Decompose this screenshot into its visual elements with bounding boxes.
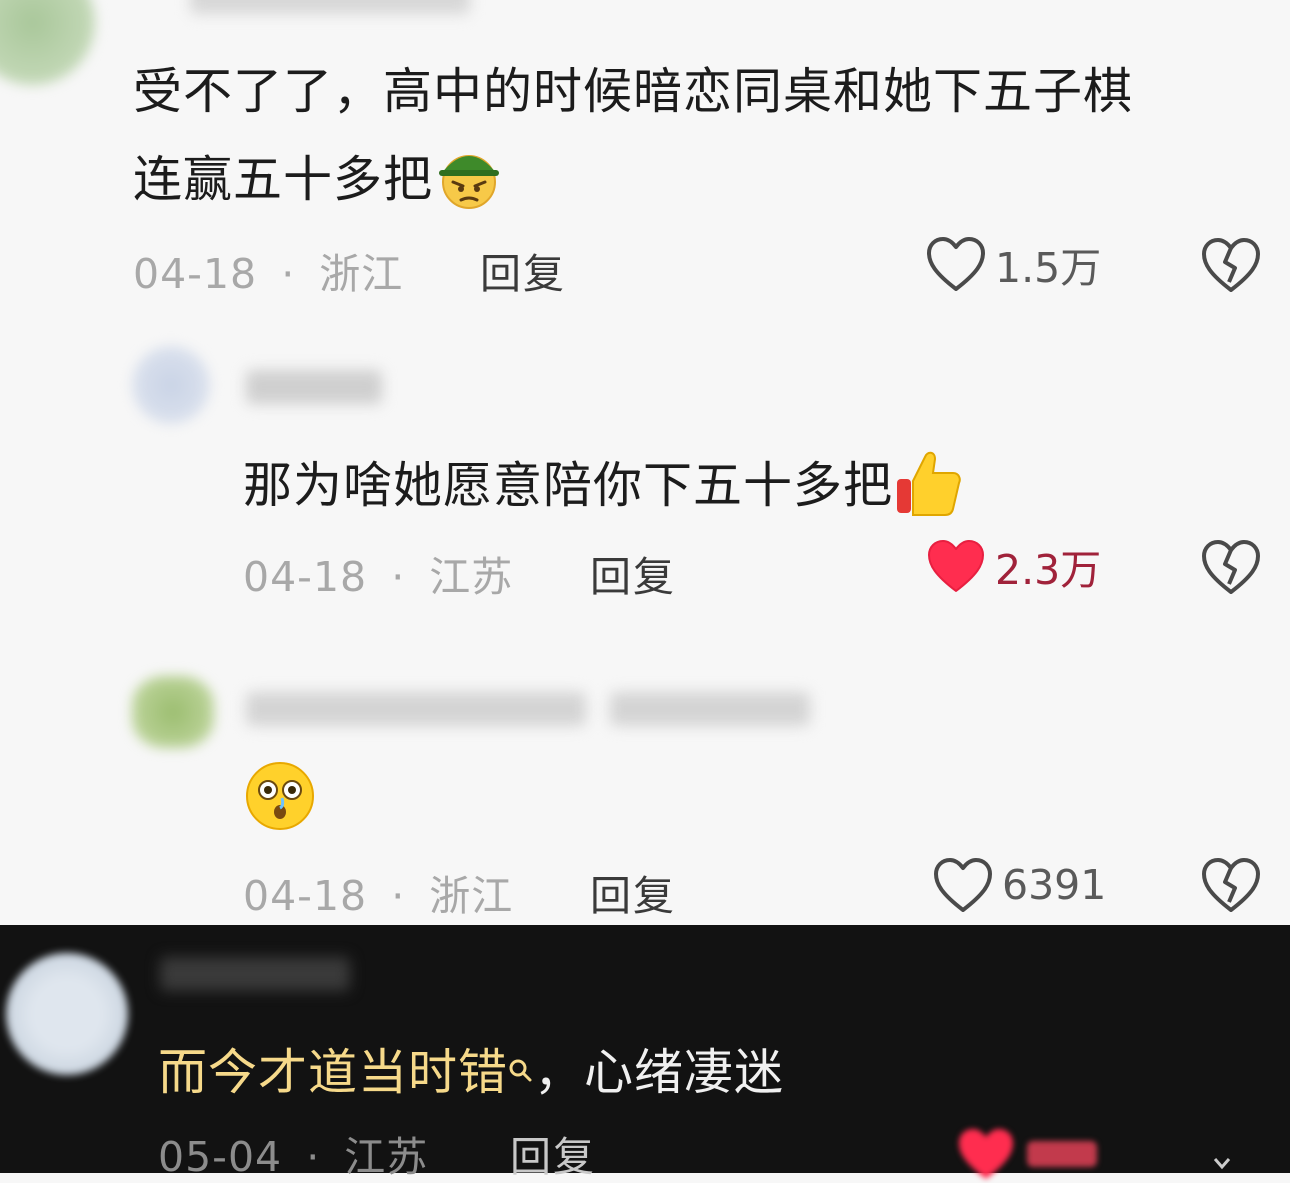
like-button[interactable]: 1.5万 xyxy=(925,234,1101,294)
reply-button[interactable]: 回复 xyxy=(510,1123,596,1183)
comment-text: 那为啥她愿意陪你下五十多把 xyxy=(243,446,965,531)
heart-outline-icon xyxy=(932,856,994,914)
comment-date: 04-18 xyxy=(243,553,368,601)
broken-heart-icon xyxy=(1200,540,1262,600)
comment-location: 江苏 xyxy=(429,553,514,601)
reply-button[interactable]: 回复 xyxy=(590,543,676,603)
like-button[interactable]: 6391 xyxy=(932,856,1106,914)
avatar[interactable] xyxy=(6,953,128,1075)
username-blurred[interactable] xyxy=(160,957,350,991)
comment-text-line2: 连赢五十多把 xyxy=(133,151,434,208)
chevron-down-icon[interactable] xyxy=(1212,1153,1232,1177)
comment-date: 05-04 xyxy=(158,1133,283,1181)
like-count: 2.3万 xyxy=(995,546,1102,594)
thumbs-up-emoji xyxy=(893,447,965,531)
angry-cap-face-emoji xyxy=(433,144,505,222)
reply-button[interactable]: 回复 xyxy=(590,862,676,922)
comment-meta: 04-18 · 浙江 xyxy=(133,240,403,300)
comment-text: 连赢五十多把 xyxy=(133,140,505,222)
comment-meta: 05-04 · 江苏 xyxy=(158,1123,428,1183)
like-button[interactable]: 2.3万 xyxy=(925,536,1101,596)
comment-text-rest: ，心绪凄迷 xyxy=(534,1044,785,1101)
comment-date: 04-18 xyxy=(243,872,368,920)
dislike-button[interactable] xyxy=(1200,538,1262,600)
comment-text-highlight[interactable]: 而今才道当时错 xyxy=(158,1044,508,1101)
dislike-button[interactable] xyxy=(1200,236,1262,298)
comment-text-line1: 那为啥她愿意陪你下五十多把 xyxy=(243,457,894,514)
surprised-face-emoji xyxy=(242,760,318,836)
heart-filled-icon xyxy=(925,537,987,595)
username-blurred xyxy=(610,692,810,726)
like-button[interactable] xyxy=(955,1125,1097,1183)
comment-text: 受不了了，高中的时候暗恋同桌和她下五子棋 xyxy=(133,52,1133,123)
avatar[interactable] xyxy=(0,0,95,85)
heart-outline-icon xyxy=(925,235,987,293)
comment-date: 04-18 xyxy=(133,250,258,298)
dislike-button[interactable] xyxy=(1200,856,1262,918)
dark-comment-panel: 而今才道当时错 ，心绪凄迷 05-04 · 江苏 回复 xyxy=(0,925,1290,1181)
comment-text-line1: 受不了了，高中的时候暗恋同桌和她下五子棋 xyxy=(133,63,1134,120)
avatar[interactable] xyxy=(132,676,214,748)
comment-location: 浙江 xyxy=(429,872,514,920)
broken-heart-icon xyxy=(1200,858,1262,918)
comment-location: 浙江 xyxy=(319,250,404,298)
avatar[interactable] xyxy=(132,346,210,424)
username-blurred[interactable] xyxy=(246,370,382,404)
comment-location: 江苏 xyxy=(344,1133,429,1181)
like-count: 6391 xyxy=(1002,861,1107,909)
username-blurred[interactable] xyxy=(190,0,470,14)
like-count-blurred xyxy=(1027,1141,1097,1167)
heart-filled-icon xyxy=(955,1125,1017,1183)
broken-heart-icon xyxy=(1200,238,1262,298)
separator: · xyxy=(391,553,406,601)
separator: · xyxy=(306,1133,321,1181)
username-blurred[interactable] xyxy=(246,692,586,726)
search-icon[interactable] xyxy=(508,1039,534,1096)
comment-text: 而今才道当时错 ，心绪凄迷 xyxy=(158,1033,784,1104)
comment-meta: 04-18 · 浙江 xyxy=(243,862,513,922)
separator: · xyxy=(281,250,296,298)
reply-button[interactable]: 回复 xyxy=(480,240,566,300)
like-count: 1.5万 xyxy=(995,244,1102,292)
comment-meta: 04-18 · 江苏 xyxy=(243,543,513,603)
separator: · xyxy=(391,872,406,920)
